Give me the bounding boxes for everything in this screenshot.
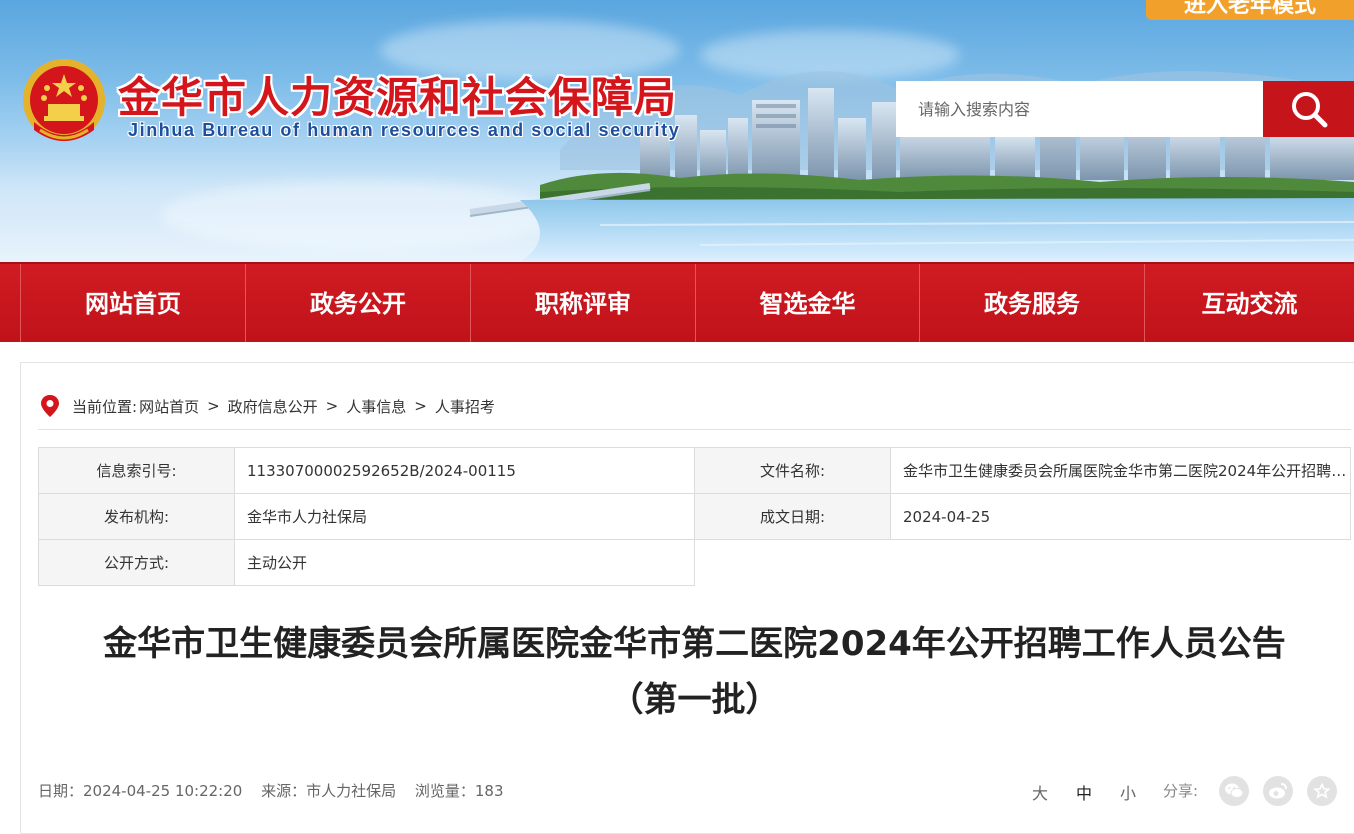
font-size-large-button[interactable]: 大 bbox=[1032, 780, 1048, 804]
breadcrumb-separator: > bbox=[207, 397, 220, 415]
nav-item-zhixuan-jinhua[interactable]: 智选金华 bbox=[696, 264, 919, 342]
breadcrumb-item-personnel-info[interactable]: 人事信息 bbox=[346, 396, 406, 417]
search-input[interactable] bbox=[896, 81, 1263, 137]
elder-mode-button[interactable]: 进入老年模式 bbox=[1146, 0, 1354, 20]
table-row: 信息索引号: 11330700002592652B/2024-00115 文件名… bbox=[38, 447, 1351, 494]
index-number-value: 11330700002592652B/2024-00115 bbox=[234, 447, 695, 494]
wechat-icon bbox=[1225, 783, 1244, 799]
breadcrumb-separator: > bbox=[414, 397, 427, 415]
weibo-icon bbox=[1269, 783, 1287, 799]
disclosure-method-value: 主动公开 bbox=[234, 539, 695, 586]
article-views: 浏览量：183 bbox=[414, 782, 504, 800]
article-info: 日期：2024-04-25 10:22:20 来源：市人力社保局 浏览量：183 bbox=[38, 780, 518, 801]
share-label: 分享: bbox=[1163, 782, 1199, 800]
breadcrumb-item-home[interactable]: 网站首页 bbox=[139, 396, 199, 417]
font-size-small-button[interactable]: 小 bbox=[1120, 780, 1136, 804]
table-row: 公开方式: 主动公开 bbox=[38, 539, 1351, 586]
written-date-label: 成文日期: bbox=[694, 493, 891, 540]
article-title-line-2: （第一批） bbox=[609, 680, 780, 720]
search-icon bbox=[1291, 92, 1327, 128]
article-title-line-1: 金华市卫生健康委员会所属医院金华市第二医院2024年公开招聘工作人员公告 bbox=[103, 624, 1286, 664]
breadcrumb-separator: > bbox=[325, 397, 339, 415]
breadcrumb-divider bbox=[38, 429, 1351, 430]
written-date-value: 2024-04-25 bbox=[890, 493, 1351, 540]
breadcrumb-item-gov-info[interactable]: 政府信息公开 bbox=[228, 396, 318, 417]
main-nav: 网站首页 政务公开 职称评审 智选金华 政务服务 互动交流 bbox=[0, 262, 1354, 342]
favorite-share-button[interactable] bbox=[1307, 776, 1337, 806]
file-name-label: 文件名称: bbox=[694, 447, 891, 494]
breadcrumb: 当前位置: 网站首页 > 政府信息公开 > 人事信息 > 人事招考 bbox=[40, 394, 495, 418]
disclosure-method-label: 公开方式: bbox=[38, 539, 235, 586]
nav-item-gov-affairs[interactable]: 政务公开 bbox=[246, 264, 470, 342]
site-title: 金华市人力资源和社会保障局 bbox=[118, 73, 678, 122]
weibo-share-button[interactable] bbox=[1263, 776, 1293, 806]
wechat-share-button[interactable] bbox=[1219, 776, 1249, 806]
index-number-label: 信息索引号: bbox=[38, 447, 235, 494]
file-name-value: 金华市卫生健康委员会所属医院金华市第二医院2024年公开招聘工作人员公告（第一批… bbox=[890, 447, 1351, 494]
article-title: 金华市卫生健康委员会所属医院金华市第二医院2024年公开招聘工作人员公告 （第一… bbox=[38, 616, 1351, 728]
breadcrumb-item-recruitment[interactable]: 人事招考 bbox=[435, 396, 495, 417]
document-metadata-table: 信息索引号: 11330700002592652B/2024-00115 文件名… bbox=[38, 447, 1351, 586]
header-banner: 进入老年模式 金华市人力资源和社会保障局 Jinhua Bureau of hu… bbox=[0, 0, 1354, 262]
table-row: 发布机构: 金华市人力社保局 成文日期: 2024-04-25 bbox=[38, 493, 1351, 540]
content-card bbox=[20, 362, 1354, 834]
national-emblem-icon bbox=[23, 59, 105, 141]
nav-item-home[interactable]: 网站首页 bbox=[21, 264, 245, 342]
publisher-value: 金华市人力社保局 bbox=[234, 493, 695, 540]
favorite-icon bbox=[1313, 782, 1331, 799]
publisher-label: 发布机构: bbox=[38, 493, 235, 540]
article-source: 来源：市人力社保局 bbox=[261, 782, 397, 800]
article-date: 日期：2024-04-25 10:22:20 bbox=[38, 782, 243, 800]
breadcrumb-prefix: 当前位置: bbox=[72, 397, 138, 416]
nav-item-interaction[interactable]: 互动交流 bbox=[1145, 264, 1354, 342]
table-blank-cell bbox=[694, 539, 1351, 586]
nav-item-gov-services[interactable]: 政务服务 bbox=[920, 264, 1144, 342]
nav-item-title-review[interactable]: 职称评审 bbox=[471, 264, 695, 342]
site-subtitle: Jinhua Bureau of human resources and soc… bbox=[128, 120, 681, 140]
search-button[interactable] bbox=[1263, 81, 1354, 137]
font-size-medium-button[interactable]: 中 bbox=[1076, 780, 1092, 804]
location-pin-icon bbox=[41, 395, 59, 417]
